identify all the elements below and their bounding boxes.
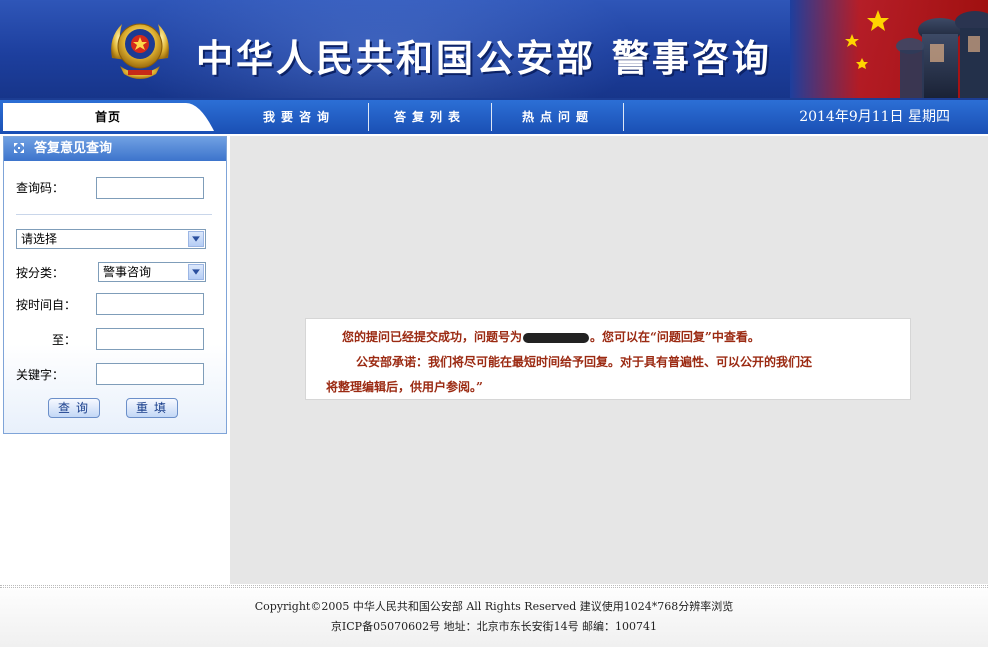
copyright-text: Copyright©2005 中华人民共和国公安部 All Rights Res… (254, 600, 734, 613)
message-line-3: 将整理编辑后，供用户参阅。” (326, 380, 483, 394)
flag-soldiers-image (790, 0, 988, 98)
time-from-input[interactable] (96, 293, 204, 315)
page-footer: Copyright©2005 中华人民共和国公安部 All Rights Res… (0, 589, 988, 647)
message-line-1: 您的提问已经提交成功，问题号为 。您可以在“问题回复”中查看。 (326, 325, 900, 350)
time-to-input[interactable] (96, 328, 204, 350)
time-from-label: 按时间自： (16, 298, 77, 312)
category-select-value: 警事咨询 (103, 265, 152, 279)
panel-title: 答复意见查询 (34, 141, 113, 156)
divider (16, 214, 212, 215)
message-line-1-suffix: 。您可以在“问题回复”中查看。 (590, 330, 760, 344)
search-button[interactable]: 查询 (48, 398, 100, 418)
expand-icon (14, 143, 24, 153)
message-line-2: 公安部承诺：我们将尽可能在最短时间给予回复。对于具有普遍性、可以公开的我们还 (356, 355, 813, 369)
nav-reply-list[interactable]: 答复列表 (370, 100, 490, 134)
chevron-down-icon[interactable] (188, 231, 204, 247)
chevron-down-icon[interactable] (188, 264, 204, 280)
police-emblem-icon (111, 23, 169, 79)
reset-button[interactable]: 重填 (126, 398, 178, 418)
nav-separator (368, 103, 369, 131)
nav-ask[interactable]: 我要咨询 (232, 100, 366, 134)
nav-separator (491, 103, 492, 131)
category-select[interactable]: 警事咨询 (98, 262, 206, 282)
time-to-label: 至： (52, 333, 77, 347)
query-code-label: 查询码： (16, 181, 65, 195)
query-code-input[interactable] (96, 177, 204, 199)
reply-query-panel: 答复意见查询 查询码： 请选择 按分类： 警事咨询 按时间自： 至： 关键字： … (3, 136, 227, 434)
nav-home[interactable]: 首页 (0, 100, 216, 134)
footer-divider (0, 585, 988, 588)
keyword-label: 关键字： (16, 368, 65, 382)
header-banner: 中华人民共和国公安部 警事咨询 (0, 0, 988, 98)
site-title: 中华人民共和国公安部 警事咨询 (196, 37, 772, 80)
main-content: 您的提问已经提交成功，问题号为 。您可以在“问题回复”中查看。 公安部承诺：我们将… (230, 136, 988, 584)
nav-separator (623, 103, 624, 131)
keyword-input[interactable] (96, 363, 204, 385)
nav-hot-questions[interactable]: 热点问题 (493, 100, 623, 134)
redacted-question-number (523, 332, 590, 343)
category-label: 按分类： (16, 266, 65, 280)
department-select-value: 请选择 (21, 232, 58, 246)
message-line-1-prefix: 您的提问已经提交成功，问题号为 (342, 330, 523, 344)
main-nav: 首页 我要咨询 答复列表 热点问题 2014年9月11日 星期四 (0, 98, 988, 134)
department-select[interactable]: 请选择 (16, 229, 206, 249)
address-text: 京ICP备05070602号 地址：北京市东长安街14号 邮编：100741 (330, 620, 658, 633)
current-date: 2014年9月11日 星期四 (799, 109, 950, 125)
panel-header: 答复意见查询 (4, 137, 226, 161)
submission-success-message: 您的提问已经提交成功，问题号为 。您可以在“问题回复”中查看。 公安部承诺：我们将… (305, 318, 911, 400)
